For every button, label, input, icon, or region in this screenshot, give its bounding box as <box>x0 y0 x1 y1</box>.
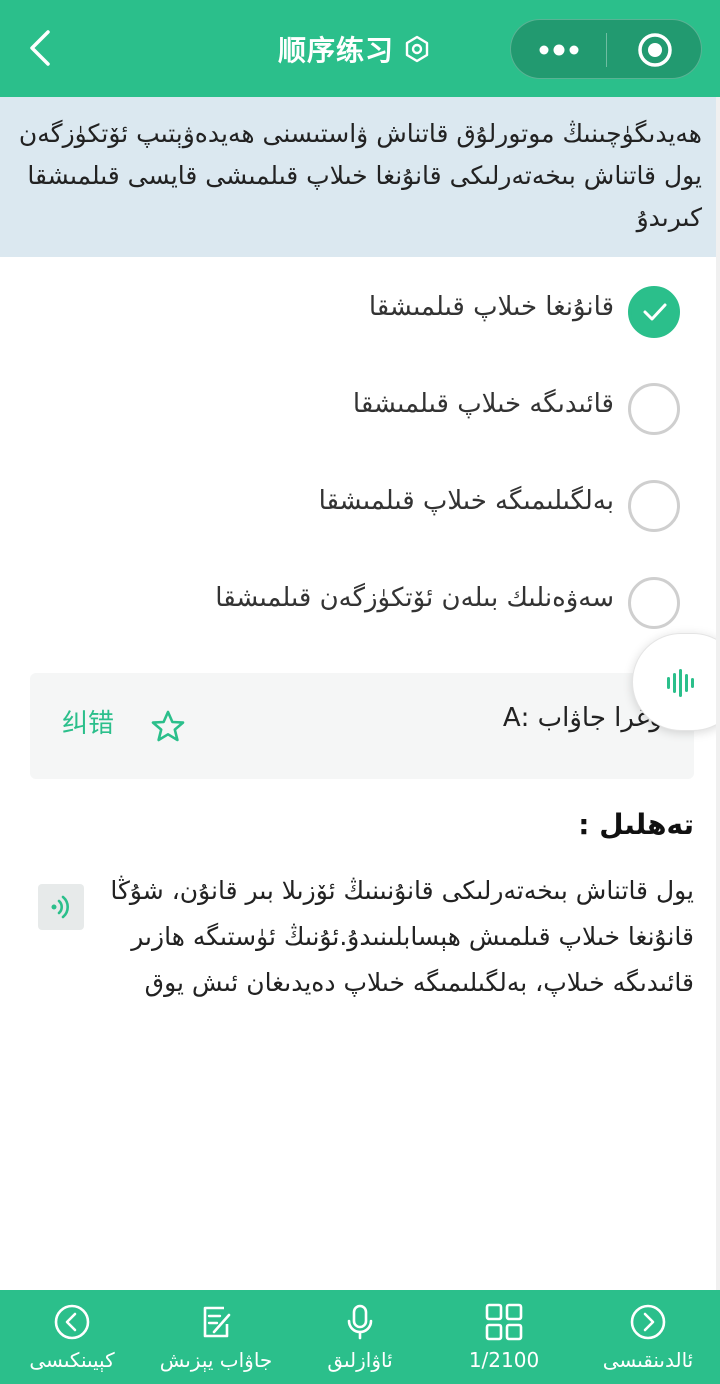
option-label: قائىدىگە خىلاپ قىلمىشقا <box>352 389 614 419</box>
play-analysis-button[interactable] <box>38 884 84 930</box>
answer-panel: 纠错 توغرا جاۋاب :A <box>30 673 694 779</box>
report-error-button[interactable]: 纠错 <box>62 703 114 740</box>
option-d[interactable]: سەۋەنلىك بىلەن ئۆتكۈزگەن قىلمىشقا <box>0 567 720 637</box>
check-icon <box>643 303 667 321</box>
more-dots-icon[interactable] <box>535 38 583 62</box>
option-label: بەلگىلىمىگە خىلاپ قىلمىشقا <box>318 486 614 516</box>
capsule-divider <box>606 33 607 67</box>
sound-wave-icon <box>667 669 694 697</box>
hexagon-gear-icon[interactable] <box>402 34 432 64</box>
header-bar: 顺序练习 <box>0 0 720 97</box>
chevron-right-circle-icon <box>630 1304 666 1340</box>
write-answer-button[interactable]: جاۋاب يېزىش <box>144 1290 288 1384</box>
star-icon[interactable] <box>150 709 186 745</box>
back-button[interactable] <box>22 28 62 68</box>
previous-label: ئالدىنقىسى <box>602 1348 694 1372</box>
voice-mode-button[interactable]: ئاۋازلىق <box>288 1290 432 1384</box>
speaker-wave-icon <box>51 895 69 919</box>
microphone-icon <box>347 1304 373 1340</box>
option-radio[interactable] <box>628 286 680 338</box>
scroll-edge <box>716 97 720 1290</box>
grid-icon <box>485 1303 523 1341</box>
next-question-button[interactable]: كېيىنكىسى <box>0 1290 144 1384</box>
option-radio[interactable] <box>628 577 680 629</box>
option-radio[interactable] <box>628 480 680 532</box>
voice-mode-label: ئاۋازلىق <box>327 1348 393 1372</box>
write-answer-label: جاۋاب يېزىش <box>159 1348 273 1372</box>
option-radio[interactable] <box>628 383 680 435</box>
option-label: سەۋەنلىك بىلەن ئۆتكۈزگەن قىلمىشقا <box>215 583 614 613</box>
chevron-left-circle-icon <box>54 1304 90 1340</box>
chevron-left-icon <box>30 30 50 66</box>
option-a[interactable]: قانۇنغا خىلاپ قىلمىشقا <box>0 276 720 346</box>
analysis-title: تەھلىل : <box>578 808 694 841</box>
bottom-navigation: كېيىنكىسى جاۋاب يېزىش ئاۋازلىق 1/2100 ئا… <box>0 1290 720 1384</box>
analysis-text: يول قاتناش بىخەتەرلىكى قانۇنىنىڭ ئۆزىلا … <box>110 876 694 997</box>
floating-voice-button[interactable] <box>632 633 720 731</box>
edit-note-icon <box>203 1306 231 1338</box>
target-circle-icon[interactable] <box>637 32 673 68</box>
question-text: ھەيدىگۈچىنىڭ موتورلۇق قاتناش ۋاستىسنى ھە… <box>0 97 720 257</box>
page-title: 顺序练习 <box>278 34 395 67</box>
page-title-group: 顺序练习 <box>278 30 432 68</box>
option-label: قانۇنغا خىلاپ قىلمىشقا <box>368 292 614 322</box>
next-label: كېيىنكىسى <box>29 1348 115 1372</box>
option-b[interactable]: قائىدىگە خىلاپ قىلمىشقا <box>0 373 720 443</box>
question-counter: 1/2100 <box>468 1348 540 1372</box>
question-index-button[interactable]: 1/2100 <box>432 1290 576 1384</box>
mini-program-capsule <box>510 19 702 79</box>
option-c[interactable]: بەلگىلىمىگە خىلاپ قىلمىشقا <box>0 470 720 540</box>
previous-question-button[interactable]: ئالدىنقىسى <box>576 1290 720 1384</box>
